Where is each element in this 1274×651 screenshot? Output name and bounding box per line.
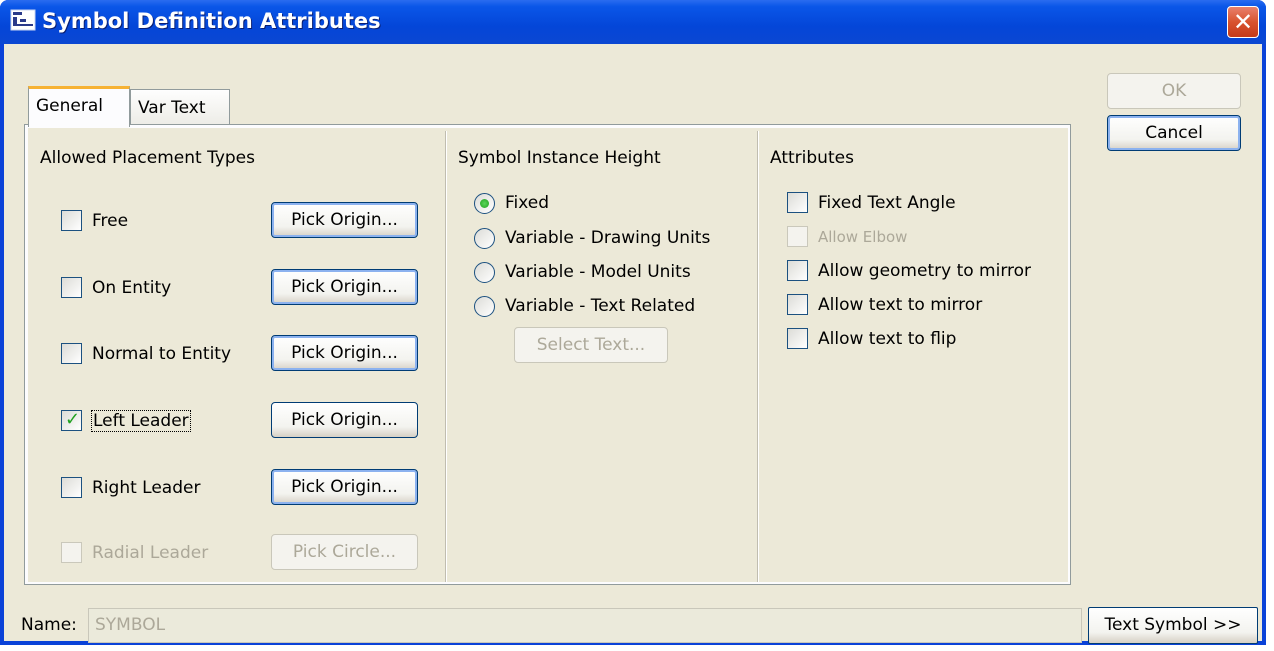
left-leader-pick-origin-button[interactable]: Pick Origin...: [271, 402, 418, 438]
free-label[interactable]: Free: [92, 211, 128, 231]
free-checkbox[interactable]: [61, 210, 82, 231]
name-field[interactable]: SYMBOL: [88, 608, 1082, 643]
title-bar[interactable]: Symbol Definition Attributes ✕: [0, 0, 1266, 44]
allow-text-to-flip-checkbox[interactable]: [787, 328, 808, 349]
free-pick-origin-button[interactable]: Pick Origin...: [271, 202, 418, 238]
on-entity-label[interactable]: On Entity: [92, 278, 171, 298]
allow-text-to-flip-label[interactable]: Allow text to flip: [818, 329, 956, 349]
fixed-text-angle-label[interactable]: Fixed Text Angle: [818, 193, 956, 213]
fixed-radio[interactable]: [474, 193, 495, 214]
placement-heading: Allowed Placement Types: [40, 148, 255, 168]
variable-model-units-radio[interactable]: [474, 262, 495, 283]
variable-model-units-label[interactable]: Variable - Model Units: [505, 262, 691, 282]
allow-text-to-mirror-checkbox[interactable]: [787, 294, 808, 315]
cancel-button[interactable]: Cancel: [1107, 115, 1241, 151]
right-leader-label[interactable]: Right Leader: [92, 478, 200, 498]
text-symbol-button[interactable]: Text Symbol >>: [1088, 607, 1258, 644]
on-entity-checkbox[interactable]: [61, 277, 82, 298]
column-divider: [757, 131, 759, 582]
app-icon: [10, 9, 36, 31]
height-heading: Symbol Instance Height: [458, 148, 661, 168]
name-label: Name:: [21, 615, 77, 635]
normal-to-entity-pick-origin-button[interactable]: Pick Origin...: [271, 335, 418, 371]
close-button[interactable]: ✕: [1227, 6, 1259, 38]
radio-selected-dot: [480, 199, 489, 208]
close-icon: ✕: [1232, 8, 1254, 36]
tab-var-text[interactable]: Var Text: [130, 89, 230, 127]
radial-leader-label[interactable]: Radial Leader: [92, 543, 208, 563]
attributes-heading: Attributes: [770, 148, 854, 168]
select-text-button[interactable]: Select Text...: [514, 327, 668, 363]
allow-geometry-to-mirror-checkbox[interactable]: [787, 260, 808, 281]
radial-leader-checkbox[interactable]: [61, 542, 82, 563]
ok-button[interactable]: OK: [1107, 73, 1241, 109]
variable-text-related-label[interactable]: Variable - Text Related: [505, 296, 695, 316]
fixed-label[interactable]: Fixed: [505, 193, 549, 213]
variable-drawing-units-label[interactable]: Variable - Drawing Units: [505, 228, 710, 248]
left-leader-checkbox[interactable]: ✓: [61, 409, 82, 431]
variable-drawing-units-radio[interactable]: [474, 228, 495, 249]
on-entity-pick-origin-button[interactable]: Pick Origin...: [271, 269, 418, 305]
normal-to-entity-label[interactable]: Normal to Entity: [92, 344, 231, 364]
radial-leader-pick-circle-button[interactable]: Pick Circle...: [271, 534, 418, 570]
tab-general[interactable]: General: [28, 86, 130, 127]
column-divider: [445, 131, 447, 582]
normal-to-entity-checkbox[interactable]: [61, 343, 82, 364]
right-leader-pick-origin-button[interactable]: Pick Origin...: [271, 469, 418, 505]
fixed-text-angle-checkbox[interactable]: [787, 192, 808, 213]
tab-var-text-label: Var Text: [138, 98, 206, 118]
left-leader-label[interactable]: Left Leader: [91, 410, 191, 432]
window-title: Symbol Definition Attributes: [42, 9, 381, 33]
allow-geometry-to-mirror-label[interactable]: Allow geometry to mirror: [818, 261, 1031, 281]
variable-text-related-radio[interactable]: [474, 296, 495, 317]
allow-elbow-checkbox[interactable]: [787, 226, 808, 247]
right-leader-checkbox[interactable]: [61, 477, 82, 498]
checkmark-icon: ✓: [65, 409, 81, 430]
allow-text-to-mirror-label[interactable]: Allow text to mirror: [818, 295, 982, 315]
tab-general-label: General: [36, 96, 103, 116]
allow-elbow-label[interactable]: Allow Elbow: [818, 228, 907, 246]
